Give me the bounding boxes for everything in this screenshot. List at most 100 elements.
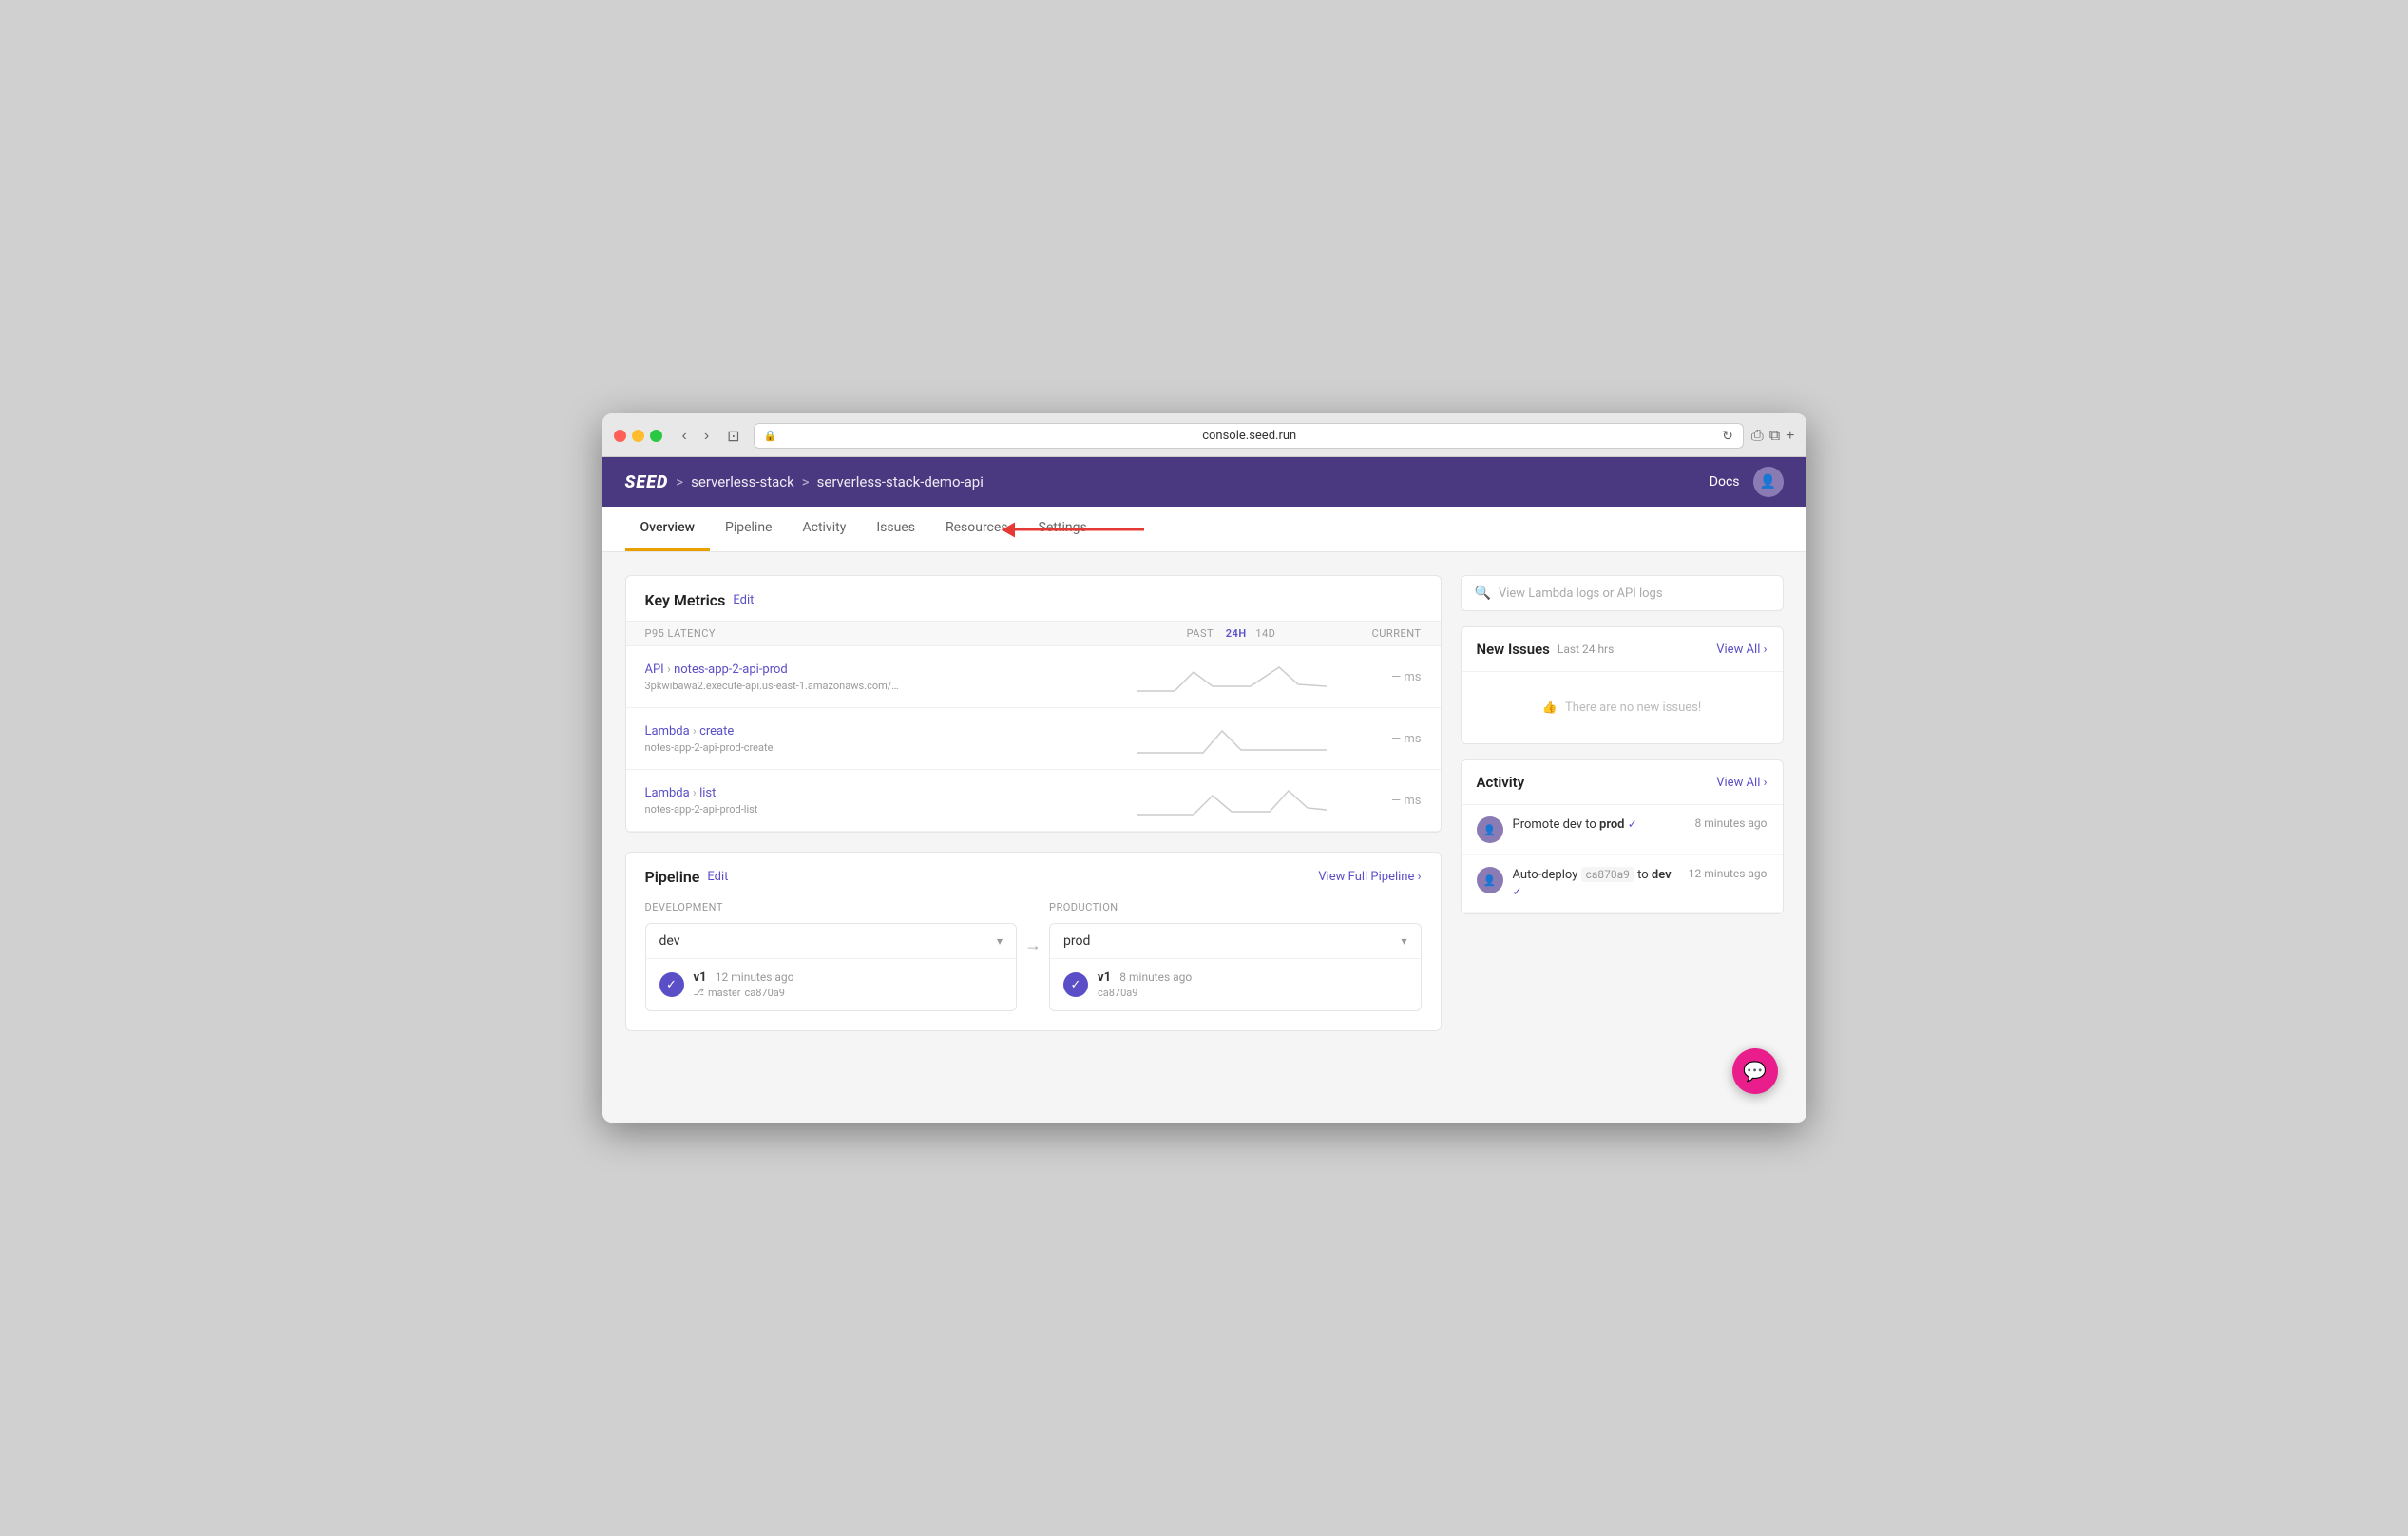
pipeline-title: Pipeline [645,868,700,886]
browser-chrome: ‹ › ⊡ 🔒 console.seed.run ↻ ⎙ ⧉ + [602,413,1806,457]
sidebar-toggle-button[interactable]: ⊡ [721,425,745,448]
deploy-time-dev: 12 minutes ago [716,970,794,984]
forward-button[interactable]: › [699,426,714,447]
back-button[interactable]: ‹ [678,426,692,447]
tab-pipeline[interactable]: Pipeline [710,507,788,551]
pipeline-edit[interactable]: Edit [707,870,728,884]
pipeline-body: DEVELOPMENT dev ▾ ✓ [626,901,1441,1030]
pipeline-header: Pipeline Edit View Full Pipeline › [626,853,1441,901]
env-card-dev: dev ▾ ✓ v1 12 minutes ago [645,923,1018,1011]
env-name-dev: dev [659,933,680,949]
chat-fab-button[interactable]: 💬 [1732,1048,1778,1094]
issues-header: New Issues Last 24 hrs View All › [1462,627,1783,672]
view-full-pipeline-link[interactable]: View Full Pipeline › [1318,870,1421,884]
metric-chart-create [1137,720,1327,758]
issues-view-all-link[interactable]: View All › [1716,643,1767,657]
search-icon: 🔍 [1475,586,1491,601]
key-metrics-header: Key Metrics Edit [626,576,1441,621]
metric-link-api[interactable]: notes-app-2-api-prod [674,662,788,677]
check-icon-2: ✓ [1513,885,1522,898]
breadcrumb-sep-1: > [676,473,683,490]
metric-value-list: — ms [1327,794,1422,808]
seed-logo[interactable]: SEED [625,472,669,492]
col-past: PAST 24H 14D [1137,627,1327,640]
pipeline-stages: DEVELOPMENT dev ▾ ✓ [645,901,1422,1011]
main-wrapper: Key Metrics Edit P95 Latency PAST 24H 14… [602,552,1806,1123]
issues-subtitle: Last 24 hrs [1558,643,1614,656]
activity-header: Activity View All › [1462,760,1783,805]
commit-prod: ca870a9 [1098,987,1137,999]
close-button[interactable] [614,430,626,442]
browser-controls: ‹ › ⊡ 🔒 console.seed.run ↻ ⎙ ⧉ + [614,423,1795,449]
key-metrics-edit[interactable]: Edit [733,593,754,607]
deploy-meta-prod: ca870a9 [1098,987,1407,999]
metric-type-list[interactable]: Lambda [645,786,690,800]
tab-issues[interactable]: Issues [861,507,930,551]
metric-link-create[interactable]: create [699,724,734,739]
tab-resources[interactable]: Resources [930,507,1023,551]
activity-item-1: 👤 Promote dev to prod ✓ 8 minutes ago [1462,805,1783,855]
metric-info-create: Lambda › create notes-app-2-api-prod-cre… [645,724,1137,754]
avatar[interactable]: 👤 [1753,467,1784,497]
metric-name-api: API › notes-app-2-api-prod [645,662,1137,677]
tab-overview[interactable]: Overview [625,507,710,551]
pipeline-card: Pipeline Edit View Full Pipeline › DEVEL… [625,852,1442,1031]
docs-link[interactable]: Docs [1710,474,1740,490]
deploy-version-prod: v1 8 minutes ago [1098,970,1407,985]
metric-sub-create: notes-app-2-api-prod-create [645,741,1137,754]
deploy-meta-dev: ⎇ master ca870a9 [694,987,1003,999]
branch-icon-dev: ⎇ [694,988,705,998]
branch-name-dev: master [708,987,740,999]
new-tab-button[interactable]: + [1786,428,1794,445]
app-header: SEED > serverless-stack > serverless-sta… [602,457,1806,507]
env-selector-dev[interactable]: dev ▾ [646,924,1017,959]
tab-activity[interactable]: Activity [787,507,861,551]
fullscreen-button[interactable] [650,430,662,442]
metric-name-create: Lambda › create [645,724,1137,739]
reload-button[interactable]: ↻ [1722,428,1733,444]
stage-arrow: → [1017,901,1049,955]
env-deploy-dev: ✓ v1 12 minutes ago ⎇ [646,959,1017,1010]
share-button[interactable]: ⎙ [1751,428,1764,445]
metric-type-api[interactable]: API [645,662,664,677]
chart-svg-list [1137,781,1327,819]
metric-row-api: API › notes-app-2-api-prod 3pkwibawa2.ex… [626,646,1441,708]
search-box[interactable]: 🔍 View Lambda logs or API logs [1461,575,1784,611]
metric-link-list[interactable]: list [699,786,716,800]
breadcrumb-project[interactable]: serverless-stack [691,473,794,490]
deploy-status-prod: ✓ [1063,972,1088,997]
metrics-table-header: P95 Latency PAST 24H 14D CURRENT [626,621,1441,646]
no-issues-message: 👍 There are no new issues! [1462,672,1783,743]
tab-settings[interactable]: Settings [1023,507,1102,551]
metric-chart-api [1137,658,1327,696]
chart-svg-create [1137,720,1327,758]
key-metrics-card: Key Metrics Edit P95 Latency PAST 24H 14… [625,575,1442,833]
env-selector-prod[interactable]: prod ▾ [1050,924,1421,959]
metric-info-list: Lambda › list notes-app-2-api-prod-list [645,786,1137,816]
header-left: SEED > serverless-stack > serverless-sta… [625,472,984,492]
tab-duplicate-button[interactable]: ⧉ [1769,428,1780,445]
metric-type-create[interactable]: Lambda [645,724,690,739]
url-text: console.seed.run [782,429,1716,443]
address-bar[interactable]: 🔒 console.seed.run ↻ [754,423,1744,449]
col-14d[interactable]: 14D [1255,627,1275,640]
breadcrumb-stack[interactable]: serverless-stack-demo-api [817,473,984,490]
commit-tag: ca870a9 [1581,867,1634,882]
col-24h[interactable]: 24H [1226,627,1247,640]
metric-row-list: Lambda › list notes-app-2-api-prod-list [626,770,1441,832]
chart-svg-api [1137,658,1327,696]
chevron-down-icon-dev: ▾ [997,934,1003,948]
issues-title-area: New Issues Last 24 hrs [1477,641,1615,658]
activity-text-2: Auto-deploy ca870a9 to dev ✓ [1513,867,1679,901]
metric-row-create: Lambda › create notes-app-2-api-prod-cre… [626,708,1441,770]
metric-sub-list: notes-app-2-api-prod-list [645,803,1137,816]
activity-title: Activity [1477,774,1525,791]
chevron-down-icon-prod: ▾ [1401,934,1406,948]
search-placeholder-text: View Lambda logs or API logs [1499,586,1769,601]
activity-avatar-2: 👤 [1477,867,1503,893]
minimize-button[interactable] [632,430,644,442]
activity-view-all-link[interactable]: View All › [1716,776,1767,790]
traffic-lights [614,430,662,442]
metric-info-api: API › notes-app-2-api-prod 3pkwibawa2.ex… [645,662,1137,692]
key-metrics-title: Key Metrics [645,591,726,609]
